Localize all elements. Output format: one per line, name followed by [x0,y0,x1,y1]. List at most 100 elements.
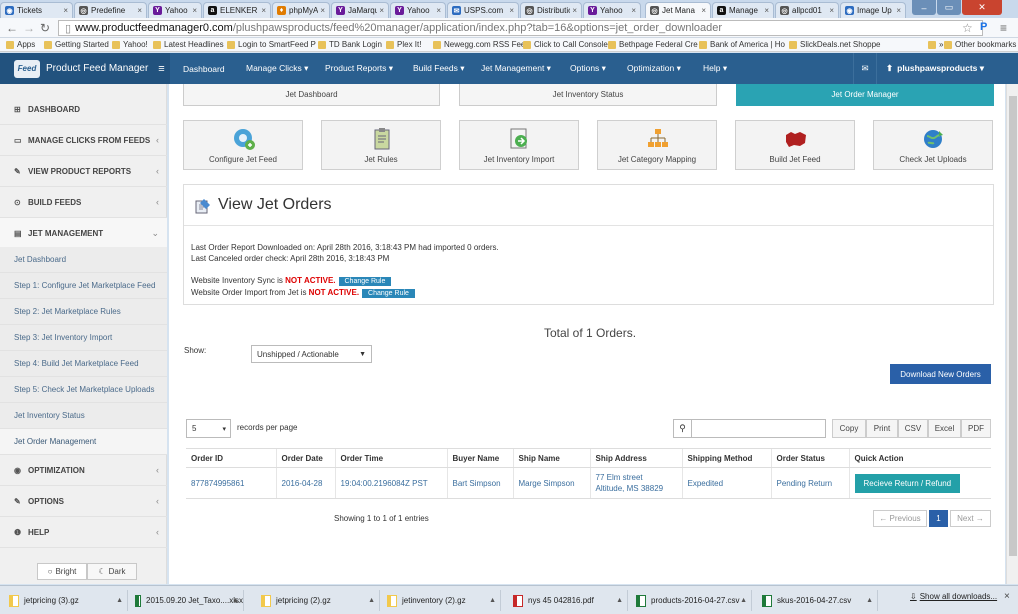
nav-item[interactable]: Manage Clicks ▾ [246,53,308,84]
change-import-rule-button[interactable]: Change Rule [362,289,415,298]
chevron-up-icon[interactable]: ▲ [368,597,375,604]
bookmark-item[interactable]: TD Bank Login [318,40,382,49]
close-tab-icon[interactable]: × [829,6,834,15]
brand[interactable]: Feed Product Feed Manager ≡ [0,53,170,84]
show-filter-select[interactable]: Unshipped / Actionable ▼ [251,345,372,363]
bookmark-item[interactable]: Other bookmarks [944,40,1016,49]
export-copy-button[interactable]: Copy [832,419,866,438]
sidebar-subitem[interactable]: Step 4: Build Jet Marketplace Feed [0,351,167,377]
nav-item[interactable]: Build Feeds ▾ [413,53,465,84]
jet-tab[interactable]: Jet Inventory Status [459,84,717,106]
jet-tool-tile[interactable]: Jet Rules [321,120,441,170]
sidebar-subitem[interactable]: Step 1: Configure Jet Marketplace Feed [0,273,167,299]
column-header[interactable]: Ship Name [512,448,590,468]
jet-tab[interactable]: Jet Dashboard [183,84,440,106]
bookmark-item[interactable]: Bank of America | Ho [699,40,785,49]
browser-tab[interactable]: a Manage × [712,2,774,18]
close-tab-icon[interactable]: × [192,6,197,15]
jet-tool-tile[interactable]: Jet Inventory Import [459,120,579,170]
close-tab-icon[interactable]: × [137,6,142,15]
change-sync-rule-button[interactable]: Change Rule [338,277,392,286]
bookmark-item[interactable]: Click to Call Console [523,40,608,49]
bookmark-item[interactable]: Plex It! [386,40,421,49]
nav-item[interactable]: Dashboard [183,53,225,84]
download-item[interactable]: products-2016-04-27.csv ▲ [633,590,752,611]
browser-tab[interactable]: ◎ Predefine × [74,2,147,18]
export-excel-button[interactable]: Excel [928,419,961,438]
sidebar-subitem[interactable]: Jet Dashboard [0,247,167,273]
close-tab-icon[interactable]: × [320,6,325,15]
browser-tab[interactable]: ◎ Jet Mana × [645,2,711,18]
jet-tool-tile[interactable]: Build Jet Feed [735,120,855,170]
search-input[interactable]: ⚲ [673,419,826,438]
nav-item[interactable]: Jet Management ▾ [481,53,551,84]
download-item[interactable]: 2015.09.20 Jet_Taxo....xlsx ▲ [132,590,244,611]
download-new-orders-button[interactable]: Download New Orders [890,364,991,384]
bookmark-item[interactable]: Bethpage Federal Cre [608,40,698,49]
mail-button[interactable]: ✉ [853,53,877,84]
bookmark-item[interactable]: SlickDeals.net Shoppe [789,40,881,49]
close-tab-icon[interactable]: × [572,6,577,15]
close-tab-icon[interactable]: × [261,6,266,15]
receive-return-refund-button[interactable]: Recieve Return / Refund [854,473,961,493]
page-scrollbar[interactable] [1006,84,1018,584]
sidebar-section[interactable]: ⊞ Dashboard [0,94,167,125]
nav-item[interactable]: Optimization ▾ [627,53,681,84]
export-csv-button[interactable]: CSV [898,419,928,438]
close-tab-icon[interactable]: × [764,6,769,15]
column-header[interactable]: Shipping Method [681,448,771,468]
bookmark-item[interactable]: Yahoo! [112,40,148,49]
chevron-up-icon[interactable]: ▲ [489,597,496,604]
close-tab-icon[interactable]: × [701,6,706,15]
browser-tab[interactable]: ✉ USPS.com × [447,2,519,18]
menu-icon[interactable]: ≡ [1000,21,1007,35]
browser-tab[interactable]: Y JaMarqu × [331,2,389,18]
column-header[interactable]: Quick Action [848,448,991,468]
column-header[interactable]: Buyer Name [446,448,513,468]
address-bar[interactable]: ▯ www.productfeedmanager0.com/plushpawsp… [58,20,983,36]
browser-tab[interactable]: Y Yahoo × [148,2,202,18]
close-tab-icon[interactable]: × [631,6,636,15]
column-header[interactable]: Order Time [334,448,447,468]
show-all-downloads-link[interactable]: ⇩ Show all downloads... [910,592,997,601]
sidebar-subitem[interactable]: Step 5: Check Jet Marketplace Uploads [0,377,167,403]
column-header[interactable]: Ship Address [589,448,682,468]
nav-item[interactable]: Options ▾ [570,53,606,84]
jet-tool-tile[interactable]: Jet Category Mapping [597,120,717,170]
sidebar-section[interactable]: ▭ Manage Clicks From Feeds ‹ [0,125,167,156]
browser-tab[interactable]: ♦phpMyAd× [272,2,330,18]
nav-item[interactable]: Help ▾ [703,53,727,84]
chevron-up-icon[interactable]: ▲ [116,597,123,604]
browser-tab[interactable]: Y Yahoo × [583,2,641,18]
export-print-button[interactable]: Print [866,419,898,438]
minimize-button[interactable]: – [912,0,936,15]
download-item[interactable]: jetpricing (2).gz ▲ [258,590,380,611]
column-header[interactable]: Order Date [275,448,335,468]
download-item[interactable]: nys 45 042816.pdf ▲ [510,590,628,611]
bookmark-item[interactable]: » [928,40,943,49]
close-tab-icon[interactable]: × [896,6,901,15]
close-tab-icon[interactable]: × [436,6,441,15]
sidebar-section[interactable]: ▤ Jet Management ⌄ [0,218,167,249]
sidebar-section[interactable]: ⊙ Build Feeds ‹ [0,187,167,218]
jet-tool-tile[interactable]: Check Jet Uploads [873,120,993,170]
download-item[interactable]: jetinventory (2).gz ▲ [384,590,501,611]
user-menu[interactable]: ⬆ plushpawsproducts ▾ [886,53,984,84]
hamburger-icon[interactable]: ≡ [158,63,164,75]
chevron-up-icon[interactable]: ▲ [866,597,873,604]
column-header[interactable]: Order Status [770,448,849,468]
nav-item[interactable]: Product Reports ▾ [325,53,393,84]
jet-tool-tile[interactable]: Configure Jet Feed [183,120,303,170]
sidebar-section[interactable]: ❶ Help ‹ [0,517,167,548]
browser-tab[interactable]: Y Yahoo × [390,2,446,18]
chevron-up-icon[interactable]: ▲ [740,597,747,604]
dark-theme-button[interactable]: ☾ Dark [87,563,137,580]
bookmark-item[interactable]: Getting Started [44,40,109,49]
close-download-bar-icon[interactable]: × [1004,591,1010,602]
page-size-select[interactable]: 5 ▾ [186,419,231,438]
chevron-up-icon[interactable]: ▲ [616,597,623,604]
forward-icon[interactable]: → [23,21,35,35]
page-1-button[interactable]: 1 [929,510,948,527]
browser-tab[interactable]: ◎ Distributio × [520,2,582,18]
sidebar-section[interactable]: ✎ Options ‹ [0,486,167,517]
